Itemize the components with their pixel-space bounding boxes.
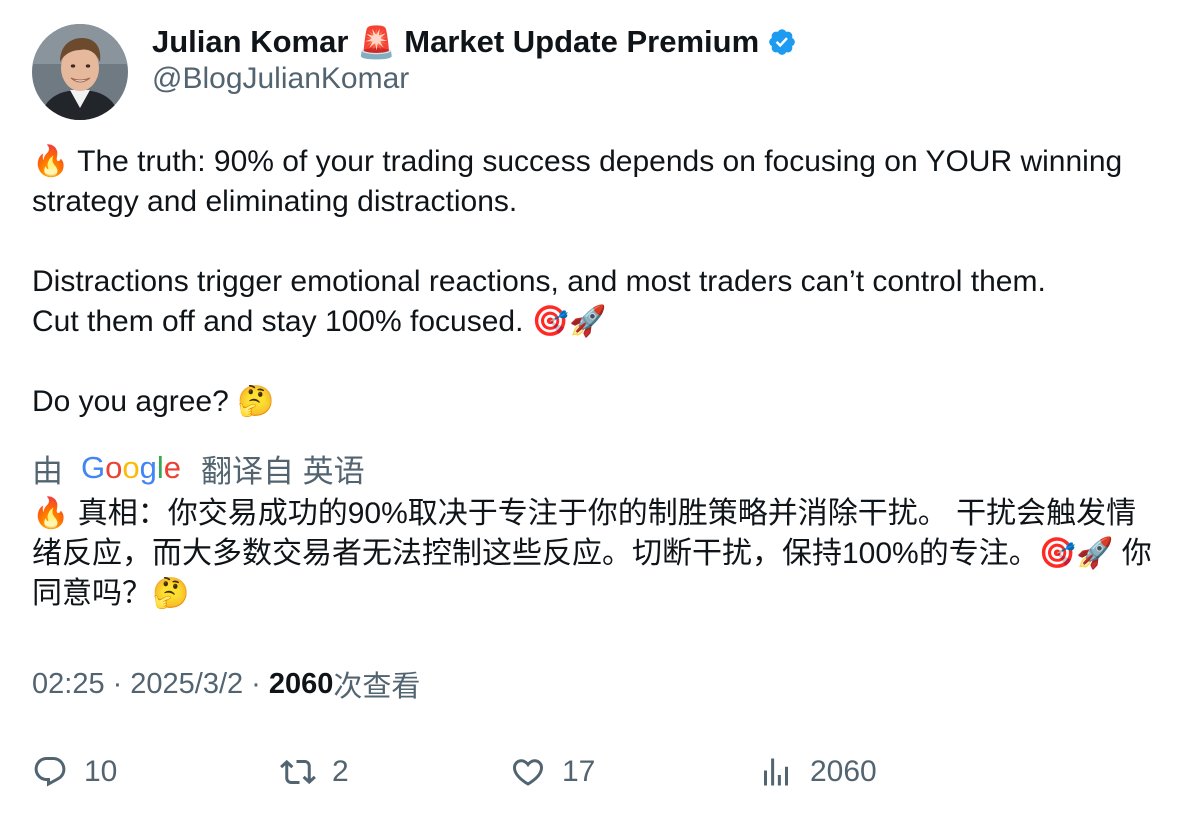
views-action-count: 2060: [810, 755, 877, 788]
google-logo-letter: G: [81, 450, 106, 485]
tweet-text: 🔥 The truth: 90% of your trading success…: [32, 142, 1164, 422]
tweet-paragraph-1-text: The truth: 90% of your trading success d…: [32, 145, 1123, 218]
repost-button[interactable]: 2: [280, 750, 349, 794]
thinking-emoji: 🤔: [237, 384, 275, 419]
views-label[interactable]: 次查看: [333, 663, 420, 705]
target-rocket-emoji: 🎯🚀: [1038, 536, 1114, 571]
fire-emoji: 🔥: [32, 144, 70, 179]
google-logo-letter: g: [139, 450, 157, 485]
tweet-paragraph-2: Distractions trigger emotional reactions…: [32, 262, 1164, 342]
author-display-name[interactable]: Julian Komar 🚨 Market Update Premium: [152, 20, 797, 64]
target-rocket-emoji: 🎯🚀: [531, 304, 607, 339]
heart-icon: [512, 759, 544, 786]
translated-from-label[interactable]: 翻译自 英语: [201, 446, 365, 491]
tweet-paragraph-3-text: Do you agree?: [32, 385, 229, 418]
meta-separator: ·: [112, 667, 123, 700]
tweet-time[interactable]: 02:25: [32, 668, 105, 701]
google-logo-letter: e: [163, 450, 182, 485]
tweet-paragraph-3: Do you agree? 🤔: [32, 382, 1164, 422]
translated-text: 🔥 真相：你交易成功的90%取决于专注于你的制胜策略并消除干扰。 干扰会触发情绪…: [32, 494, 1164, 614]
like-count: 17: [562, 755, 596, 788]
google-logo: Google: [81, 450, 181, 486]
author-handle[interactable]: @BlogJulianKomar: [152, 62, 409, 96]
tweet-paragraph-2-line-2: Cut them off and stay 100% focused.: [32, 305, 524, 338]
google-logo-letter: o: [122, 450, 140, 485]
reply-count: 10: [84, 755, 118, 788]
reply-icon: [34, 757, 66, 787]
translated-by-label: 由: [32, 453, 63, 489]
analytics-icon: [764, 758, 788, 786]
thinking-emoji: 🤔: [152, 576, 190, 611]
verified-badge-icon[interactable]: [767, 27, 797, 57]
tweet-paragraph-2-line-1: Distractions trigger emotional reactions…: [32, 265, 1046, 298]
tweet-date[interactable]: 2025/3/2: [130, 668, 243, 701]
author-avatar[interactable]: [32, 24, 128, 120]
like-button[interactable]: 17: [510, 750, 595, 794]
fire-emoji: 🔥: [32, 496, 70, 531]
translation-attribution: 由 Google 翻译自 英语: [32, 446, 365, 490]
views-count[interactable]: 2060: [269, 668, 334, 701]
meta-separator: ·: [251, 667, 261, 700]
tweet-paragraph-1: 🔥 The truth: 90% of your trading success…: [32, 142, 1164, 222]
repost-icon: [280, 759, 316, 785]
tweet-meta: 02:25 · 2025/3/2 · 2060 次查看: [32, 664, 420, 704]
google-logo-letter: l: [156, 450, 164, 485]
reply-button[interactable]: 10: [32, 750, 117, 794]
views-button[interactable]: 2060: [758, 750, 877, 794]
avatar-image: [32, 24, 128, 120]
siren-emoji: 🚨: [357, 24, 396, 61]
google-logo-letter: o: [105, 450, 123, 485]
author-name: Julian Komar: [152, 24, 349, 59]
translated-text-body: 真相：你交易成功的90%取决于专注于你的制胜策略并消除干扰。 干扰会触发情绪反应…: [32, 497, 1137, 570]
author-name-suffix: Market Update Premium: [404, 24, 760, 59]
repost-count: 2: [332, 755, 349, 788]
